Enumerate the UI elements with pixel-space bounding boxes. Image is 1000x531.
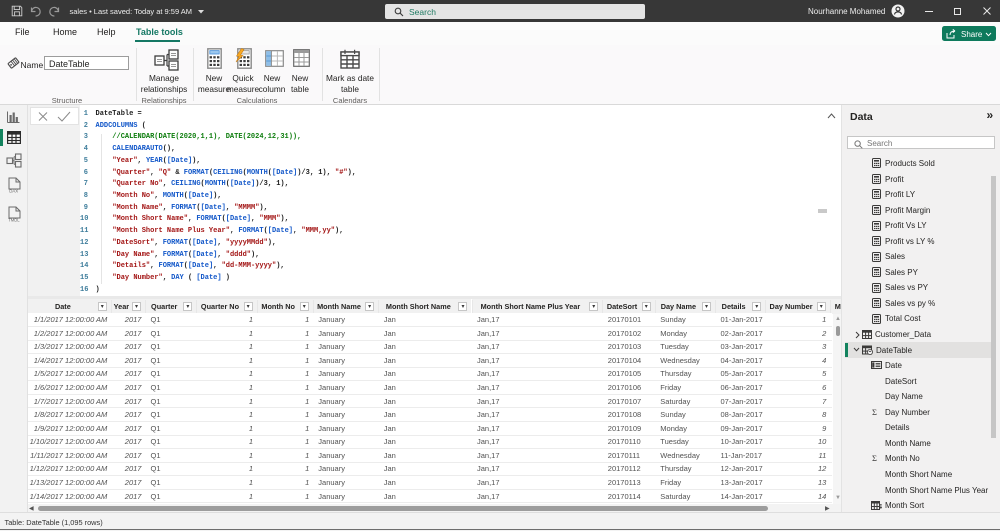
- svg-text:DAX: DAX: [9, 189, 18, 193]
- svg-text:TMDL: TMDL: [8, 218, 20, 222]
